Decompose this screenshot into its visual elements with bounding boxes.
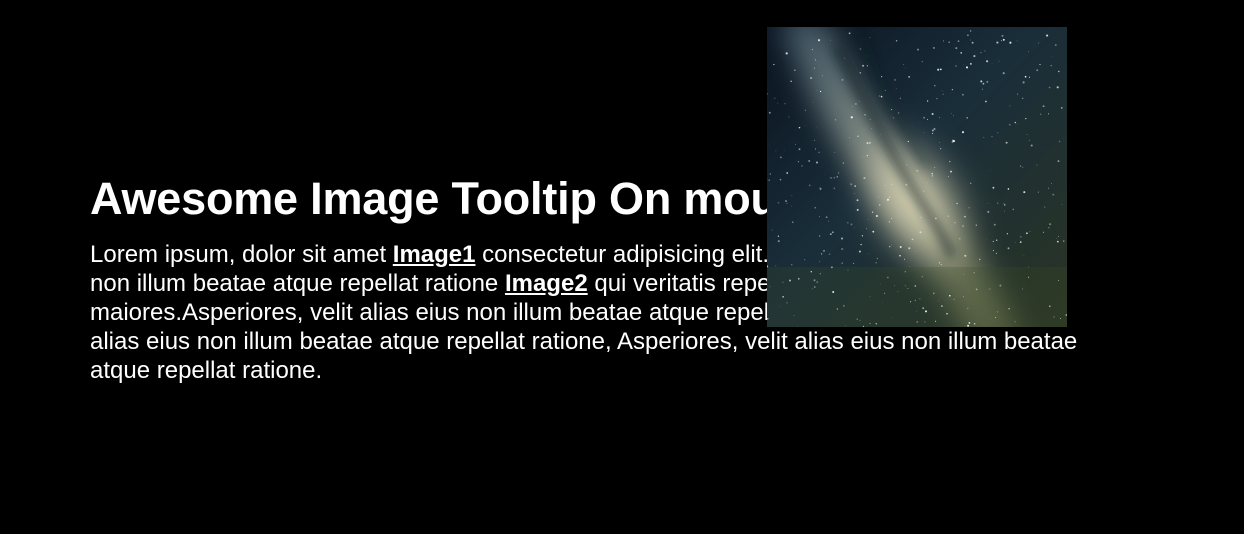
paragraph-text: Lorem ipsum, dolor sit amet: [90, 241, 393, 268]
image1-link[interactable]: Image1: [393, 241, 476, 268]
image2-link[interactable]: Image2: [505, 270, 588, 297]
image-tooltip: [767, 27, 1067, 327]
milky-way-image: [767, 27, 1067, 327]
